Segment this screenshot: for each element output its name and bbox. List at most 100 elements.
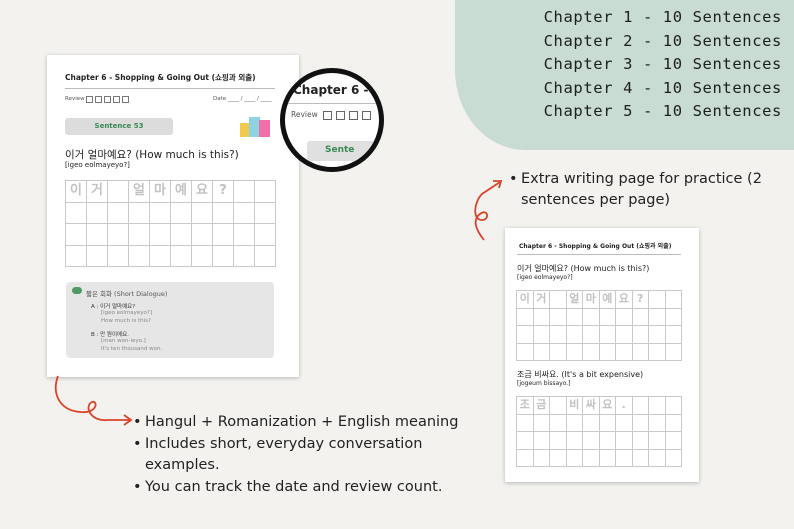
grid-cell[interactable]: 금 [532,396,550,415]
grid-cell[interactable] [598,325,616,344]
grid-cell[interactable] [549,290,567,309]
grid-cell[interactable] [582,342,600,361]
grid-cell[interactable]: 이 [516,290,534,309]
grid-cell[interactable] [532,448,550,467]
grid-cell[interactable]: 비 [565,396,583,415]
grid-cell[interactable] [664,431,682,450]
grid-cell[interactable] [149,201,171,224]
grid-cell[interactable] [191,244,213,267]
grid-cell[interactable]: 마 [582,290,600,309]
grid-cell[interactable] [565,448,583,467]
grid-cell[interactable] [532,307,550,326]
grid-cell[interactable] [648,396,666,415]
grid-cell[interactable] [664,325,682,344]
grid-cell[interactable] [65,201,87,224]
grid-cell[interactable]: 마 [149,180,171,203]
grid-cell[interactable] [532,342,550,361]
grid-cell[interactable] [254,223,276,246]
grid-cell[interactable] [170,223,192,246]
grid-cell[interactable] [615,431,633,450]
grid-cell[interactable] [516,325,534,344]
grid-cell[interactable] [582,448,600,467]
grid-cell[interactable] [254,180,276,203]
grid-cell[interactable] [565,431,583,450]
grid-cell[interactable] [86,201,108,224]
grid-cell[interactable] [128,244,150,267]
review-checkboxes[interactable] [86,96,129,103]
grid-cell[interactable] [107,201,129,224]
grid-cell[interactable] [532,431,550,450]
grid-cell[interactable]: . [615,396,633,415]
grid-cell[interactable] [598,431,616,450]
grid-cell[interactable]: 거 [86,180,108,203]
grid-cell[interactable]: 조 [516,396,534,415]
grid-cell[interactable] [598,342,616,361]
grid-cell[interactable] [631,448,649,467]
grid-cell[interactable] [648,325,666,344]
grid-cell[interactable] [254,244,276,267]
grid-cell[interactable] [582,413,600,432]
grid-cell[interactable] [648,342,666,361]
grid-cell[interactable] [549,448,567,467]
grid-cell[interactable]: 예 [598,290,616,309]
grid-cell[interactable] [648,290,666,309]
grid-cell[interactable]: 얼 [128,180,150,203]
grid-cell[interactable] [128,201,150,224]
grid-cell[interactable] [631,342,649,361]
grid-cell[interactable] [565,413,583,432]
grid-cell[interactable] [582,325,600,344]
grid-cell[interactable]: 이 [65,180,87,203]
grid-cell[interactable] [631,431,649,450]
writing-grid[interactable]: 이 거 얼 마 예 요? [65,180,276,267]
grid-cell[interactable] [664,307,682,326]
grid-cell[interactable] [648,413,666,432]
grid-cell[interactable] [516,342,534,361]
grid-cell[interactable] [615,413,633,432]
grid-cell[interactable]: 얼 [565,290,583,309]
grid-cell[interactable] [549,396,567,415]
grid-cell[interactable] [615,448,633,467]
grid-cell[interactable] [565,325,583,344]
grid-cell[interactable] [582,431,600,450]
grid-cell[interactable] [615,325,633,344]
grid-cell[interactable] [615,342,633,361]
grid-cell[interactable] [191,201,213,224]
grid-cell[interactable] [565,342,583,361]
grid-cell[interactable] [191,223,213,246]
grid-cell[interactable] [615,307,633,326]
grid-cell[interactable] [631,307,649,326]
grid-cell[interactable] [549,325,567,344]
grid-cell[interactable] [86,223,108,246]
grid-cell[interactable] [631,325,649,344]
grid-cell[interactable] [107,180,129,203]
grid-cell[interactable] [107,244,129,267]
grid-cell[interactable]: ? [631,290,649,309]
grid-cell[interactable] [149,244,171,267]
grid-cell[interactable] [549,413,567,432]
grid-cell[interactable] [598,413,616,432]
grid-cell[interactable] [516,431,534,450]
grid-cell[interactable] [233,180,255,203]
grid-cell[interactable] [212,223,234,246]
grid-cell[interactable] [212,201,234,224]
grid-cell[interactable] [648,431,666,450]
grid-cell[interactable] [212,244,234,267]
writing-grid[interactable]: 이 거 얼 마 예 요? [516,290,682,361]
grid-cell[interactable] [128,223,150,246]
grid-cell[interactable] [549,431,567,450]
grid-cell[interactable] [598,307,616,326]
grid-cell[interactable] [664,342,682,361]
grid-cell[interactable] [549,342,567,361]
grid-cell[interactable] [516,448,534,467]
grid-cell[interactable] [664,396,682,415]
grid-cell[interactable] [631,396,649,415]
grid-cell[interactable] [107,223,129,246]
grid-cell[interactable] [149,223,171,246]
grid-cell[interactable] [582,307,600,326]
grid-cell[interactable]: 거 [532,290,550,309]
grid-cell[interactable]: 요 [615,290,633,309]
grid-cell[interactable] [233,223,255,246]
grid-cell[interactable] [664,413,682,432]
grid-cell[interactable] [254,201,276,224]
grid-cell[interactable]: 예 [170,180,192,203]
